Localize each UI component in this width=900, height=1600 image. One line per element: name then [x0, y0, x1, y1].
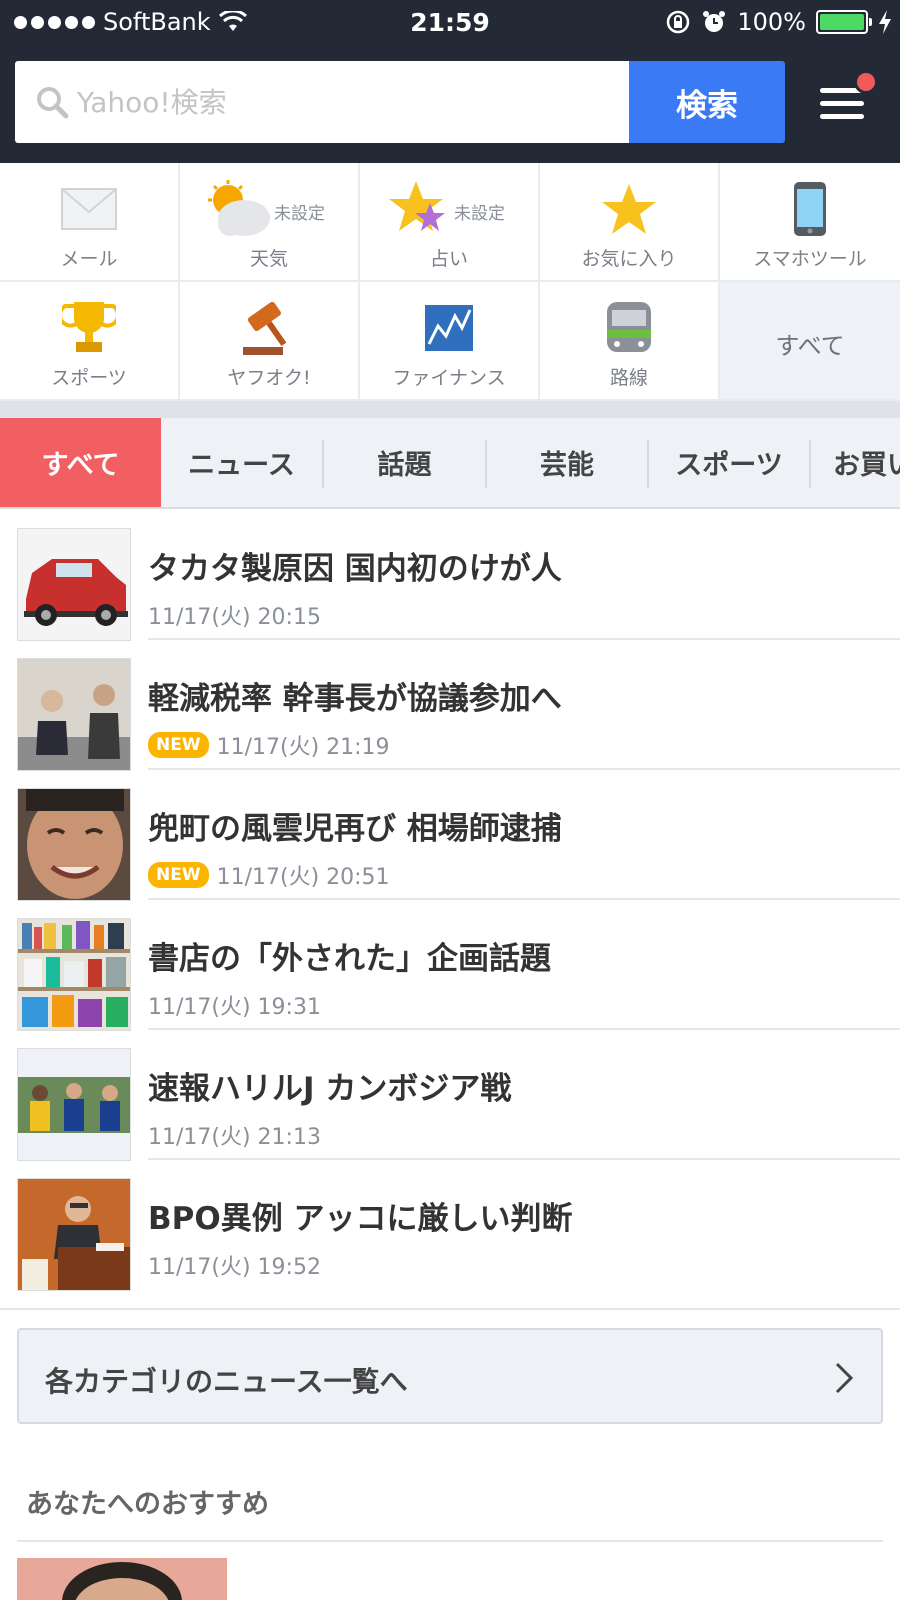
- recommend-divider: [17, 1540, 883, 1542]
- search-input[interactable]: [77, 75, 617, 129]
- service-label: 占い: [429, 248, 468, 270]
- service-mail[interactable]: メール: [0, 163, 180, 282]
- news-thumbnail: [17, 1048, 131, 1161]
- service-smartphone-tools[interactable]: スマホツール: [720, 163, 900, 282]
- fortune-unset-note: 未設定: [454, 204, 505, 224]
- service-label: ヤフオク!: [227, 367, 311, 389]
- news-item[interactable]: タカタ製原因 国内初のけが人 11/17(火) 20:15: [0, 509, 900, 641]
- tab-news[interactable]: ニュース: [161, 418, 322, 507]
- recommend-thumbnail[interactable]: [17, 1558, 227, 1600]
- new-badge: NEW: [148, 732, 209, 758]
- news-headline: 軽減税率 幹事長が協議参加へ: [148, 681, 562, 717]
- category-news-link[interactable]: 各カテゴリのニュース一覧へ: [17, 1328, 883, 1424]
- chevron-right-icon: [835, 1362, 854, 1394]
- service-label: メール: [60, 248, 118, 270]
- star-icon: [602, 184, 656, 234]
- search-icon: [37, 87, 69, 119]
- news-date: 11/17(火) 21:13: [148, 1125, 321, 1150]
- tab-sports[interactable]: スポーツ: [649, 418, 809, 507]
- news-date: 11/17(火) 21:19: [216, 735, 390, 760]
- service-fortune[interactable]: 未設定 占い: [360, 163, 540, 282]
- service-all[interactable]: すべて: [720, 282, 900, 401]
- service-transit[interactable]: 路線: [540, 282, 720, 401]
- service-weather[interactable]: 未設定 天気: [180, 163, 360, 282]
- portrait-photo: [18, 789, 130, 900]
- service-all-label: すべて: [775, 332, 845, 360]
- service-label: ファイナンス: [392, 367, 506, 389]
- category-tabs: すべて ニュース 話題 芸能 スポーツ お買い: [0, 418, 900, 509]
- battery-percent: 100%: [737, 8, 806, 36]
- new-badge: NEW: [148, 862, 209, 888]
- news-date: 11/17(火) 20:15: [148, 605, 321, 630]
- car-photo: [18, 529, 130, 640]
- news-thumbnail: [17, 1178, 131, 1291]
- tab-topics[interactable]: 話題: [324, 418, 485, 507]
- news-date: 11/17(火) 19:31: [148, 995, 321, 1020]
- notification-dot: [854, 70, 878, 94]
- service-favorites[interactable]: お気に入り: [540, 163, 720, 282]
- news-item[interactable]: 書店の「外された」企画話題 11/17(火) 19:31: [0, 899, 900, 1031]
- service-label: お気に入り: [581, 248, 677, 270]
- bookstore-photo: [18, 919, 130, 1030]
- weather-icon: [208, 180, 270, 236]
- news-headline: BPO異例 アッコに厳しい判断: [148, 1201, 573, 1237]
- news-thumbnail: [17, 658, 131, 771]
- status-bar: SoftBank 21:59 100%: [0, 0, 900, 44]
- service-sports[interactable]: スポーツ: [0, 282, 180, 401]
- service-auction[interactable]: ヤフオク!: [180, 282, 360, 401]
- news-headline: 兜町の風雲児再び 相場師逮捕: [148, 811, 562, 847]
- news-thumbnail: [17, 918, 131, 1031]
- tab-entertainment[interactable]: 芸能: [487, 418, 647, 507]
- news-item[interactable]: 速報ハリルJ カンボジア戦 11/17(火) 21:13: [0, 1029, 900, 1161]
- soccer-photo: [18, 1049, 130, 1160]
- section-separator: [0, 401, 900, 418]
- finance-chart-icon: [425, 305, 473, 351]
- news-item[interactable]: BPO異例 アッコに厳しい判断 11/17(火) 19:52: [0, 1159, 900, 1291]
- service-label: 路線: [609, 367, 648, 389]
- news-item[interactable]: 兜町の風雲児再び 相場師逮捕 NEW 11/17(火) 20:51: [0, 769, 900, 901]
- list-divider: [0, 1308, 900, 1310]
- news-thumbnail: [17, 788, 131, 901]
- category-news-link-label: 各カテゴリのニュース一覧へ: [45, 1365, 408, 1398]
- service-label: スマホツール: [753, 248, 867, 270]
- recommend-section-title: あなたへのおすすめ: [26, 1489, 269, 1520]
- tab-shopping[interactable]: お買い: [811, 418, 900, 507]
- news-headline: 書店の「外された」企画話題: [148, 941, 551, 977]
- trophy-icon: [62, 302, 116, 352]
- fortune-star-icon: [389, 181, 445, 231]
- charging-bolt-icon: [879, 10, 891, 34]
- press-conference-photo: [18, 1179, 130, 1290]
- news-headline: 速報ハリルJ カンボジア戦: [148, 1071, 512, 1107]
- recommend-photo: [17, 1558, 227, 1600]
- politicians-photo: [18, 659, 130, 770]
- service-label: 天気: [249, 248, 288, 270]
- train-icon: [607, 302, 651, 352]
- tab-all[interactable]: すべて: [0, 418, 161, 507]
- mail-icon: [61, 188, 117, 230]
- service-label: スポーツ: [51, 367, 127, 389]
- weather-unset-note: 未設定: [274, 204, 325, 224]
- battery-icon: [816, 10, 872, 34]
- search-box[interactable]: [15, 61, 629, 143]
- menu-button[interactable]: [812, 70, 878, 134]
- service-grid: メール 未設定 天気 未設定 占い お気に入り スマホツール スポーツ ヤフオク…: [0, 163, 900, 401]
- service-finance[interactable]: ファイナンス: [360, 282, 540, 401]
- rotation-lock-icon: [667, 10, 690, 34]
- news-headline: タカタ製原因 国内初のけが人: [148, 551, 562, 587]
- alarm-icon: [703, 11, 726, 32]
- news-thumbnail: [17, 528, 131, 641]
- status-right: 100%: [665, 8, 892, 36]
- news-date: 11/17(火) 19:52: [148, 1255, 321, 1280]
- search-button[interactable]: 検索: [629, 61, 785, 143]
- auction-gavel-icon: [243, 301, 287, 355]
- news-list: タカタ製原因 国内初のけが人 11/17(火) 20:15 軽減税率 幹事長が協…: [0, 509, 900, 1291]
- smartphone-icon: [794, 182, 826, 236]
- news-date: 11/17(火) 20:51: [216, 865, 390, 890]
- news-item[interactable]: 軽減税率 幹事長が協議参加へ NEW 11/17(火) 21:19: [0, 639, 900, 771]
- header: SoftBank 21:59 100% Yahoo!検索 検索: [0, 0, 900, 163]
